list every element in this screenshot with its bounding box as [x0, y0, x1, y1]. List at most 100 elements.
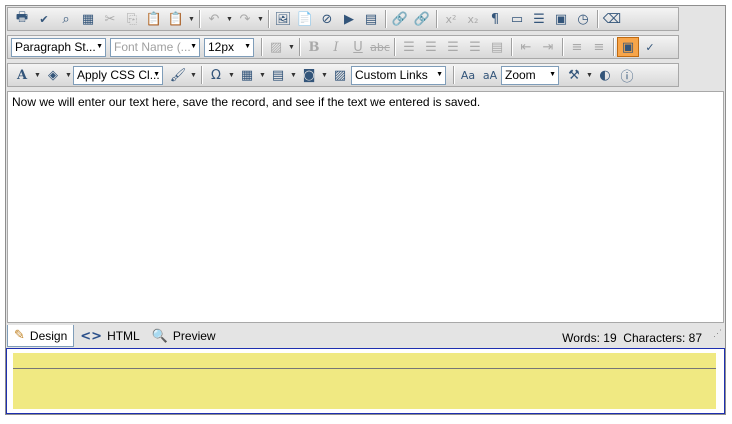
media-manager-icon[interactable]: ▶: [338, 9, 360, 29]
insert-table-icon[interactable]: ▦: [236, 65, 258, 85]
paste-options-dropdown[interactable]: ▼: [187, 9, 196, 29]
insert-snippet-icon[interactable]: ▤: [267, 65, 289, 85]
insert-form-element-icon[interactable]: ◙: [298, 65, 320, 85]
convert-to-lower-icon[interactable]: Aa: [457, 65, 479, 85]
word-character-count: Words: 19 Characters: 87: [562, 331, 702, 345]
chevron-down-icon: ▼: [244, 42, 251, 50]
undo-dropdown[interactable]: ▼: [225, 9, 234, 29]
foreground-color-dropdown[interactable]: ▼: [33, 65, 42, 85]
spellcheck-icon[interactable]: ✔: [33, 9, 55, 29]
flash-manager-icon[interactable]: ⊘: [316, 9, 338, 29]
insert-symbol-icon[interactable]: Ω: [205, 65, 227, 85]
convert-to-upper-icon[interactable]: aA: [479, 65, 501, 85]
background-color-icon[interactable]: ◈: [42, 65, 64, 85]
mode-tab-bar: ✎ Design <> HTML 🔍 Preview Words: 19 Cha…: [7, 324, 724, 348]
track-changes-icon[interactable]: ◐: [594, 65, 616, 85]
align-center-icon[interactable]: ☰: [420, 37, 442, 57]
insert-table-dropdown[interactable]: ▼: [258, 65, 267, 85]
image-manager-icon[interactable]: 🖼: [272, 9, 294, 29]
resize-grip-icon[interactable]: ⋰: [713, 328, 722, 339]
tools-icon[interactable]: ⚒: [563, 65, 585, 85]
toolbar-separator: [453, 66, 454, 84]
insert-form-element-dropdown[interactable]: ▼: [320, 65, 329, 85]
document-manager-icon[interactable]: 📄: [294, 9, 316, 29]
custom-links-select[interactable]: Custom Links ▼: [351, 65, 446, 85]
tab-design[interactable]: ✎ Design: [7, 325, 75, 347]
image-map-dropdown[interactable]: ▼: [287, 37, 296, 57]
editor-content-area[interactable]: Now we will enter our text here, save th…: [7, 91, 724, 323]
image-map-icon[interactable]: ▨: [265, 37, 287, 57]
module-manager-icon[interactable]: ▣: [617, 37, 639, 57]
justify-icon[interactable]: ☰: [464, 37, 486, 57]
background-color-dropdown[interactable]: ▼: [64, 65, 73, 85]
link-icon[interactable]: 🔗: [389, 9, 411, 29]
numbered-list-icon[interactable]: ≡: [566, 37, 588, 57]
indent-icon[interactable]: ⇥: [537, 37, 559, 57]
format-stripper-icon[interactable]: ⌫: [601, 9, 623, 29]
paragraph-style-select[interactable]: Paragraph St... ▼: [11, 37, 106, 57]
insert-symbol-dropdown[interactable]: ▼: [227, 65, 236, 85]
toolbar-separator: [613, 38, 614, 56]
zoom-select[interactable]: Zoom ▼: [501, 65, 559, 85]
divider: [13, 368, 716, 369]
format-brush-dropdown[interactable]: ▼: [189, 65, 198, 85]
paste-icon[interactable]: 📋: [143, 9, 165, 29]
toolbar-separator: [436, 10, 437, 28]
toolbar-separator: [299, 38, 300, 56]
insert-snippet-dropdown[interactable]: ▼: [289, 65, 298, 85]
align-right-icon[interactable]: ☰: [442, 37, 464, 57]
font-name-select[interactable]: Font Name (... ▼: [110, 37, 200, 57]
subscript-icon[interactable]: x₂: [462, 9, 484, 29]
bulleted-list-icon[interactable]: ≡: [588, 37, 610, 57]
tab-html[interactable]: <> HTML: [74, 325, 145, 347]
tab-preview[interactable]: 🔍 Preview: [146, 325, 222, 347]
highlight-area: [13, 353, 716, 409]
align-left-icon[interactable]: ☰: [398, 37, 420, 57]
chevron-down-icon: ▼: [549, 70, 556, 78]
redo-icon[interactable]: ↷: [234, 9, 256, 29]
toolbar-row-3: A ▼ ◈ ▼ Apply CSS Cl... ▼ 🖌 ▼ Ω ▼ ▦ ▼ ▤ …: [7, 63, 679, 87]
format-brush-icon[interactable]: 🖌: [167, 65, 189, 85]
editor-text: Now we will enter our text here, save th…: [12, 95, 481, 109]
paste-options-icon[interactable]: 📋: [165, 9, 187, 29]
editor-frame: 🖶 ✔ ⌕ ▦ ✂ ⎘ 📋 📋 ▼ ↶ ▼ ↷ ▼ 🖼 📄 ⊘ ▶ ▤ 🔗 🔗 …: [5, 5, 726, 415]
toolbar-separator: [268, 10, 269, 28]
custom-links-value: Custom Links: [355, 68, 428, 82]
undo-icon[interactable]: ↶: [203, 9, 225, 29]
bold-icon[interactable]: B: [303, 37, 325, 57]
cut-icon[interactable]: ✂: [99, 9, 121, 29]
italic-icon[interactable]: I: [325, 37, 347, 57]
font-size-select[interactable]: 12px ▼: [204, 37, 254, 57]
insert-time-icon[interactable]: ◷: [572, 9, 594, 29]
superscript-icon[interactable]: x²: [440, 9, 462, 29]
unlink-icon[interactable]: 🔗: [411, 9, 433, 29]
horizontal-rule-icon[interactable]: ☰: [528, 9, 550, 29]
pencil-icon: ✎: [14, 328, 25, 343]
bottom-panel: [6, 348, 725, 414]
outdent-icon[interactable]: ⇤: [515, 37, 537, 57]
tools-dropdown[interactable]: ▼: [585, 65, 594, 85]
underline-icon[interactable]: U: [347, 37, 369, 57]
redo-dropdown[interactable]: ▼: [256, 9, 265, 29]
about-icon[interactable]: ⓘ: [616, 65, 638, 85]
find-replace-icon[interactable]: ⌕: [55, 9, 77, 29]
copy-icon[interactable]: ⎘: [121, 9, 143, 29]
toolbar-separator: [199, 10, 200, 28]
toolbar-separator: [597, 10, 598, 28]
image-properties-icon[interactable]: ▨: [329, 65, 351, 85]
css-class-select[interactable]: Apply CSS Cl... ▼: [73, 65, 163, 85]
insert-date-icon[interactable]: ▣: [550, 9, 572, 29]
template-manager-icon[interactable]: ▤: [360, 9, 382, 29]
xhtml-validator-icon[interactable]: ✓: [639, 37, 661, 57]
new-paragraph-icon[interactable]: ▭: [506, 9, 528, 29]
strikethrough-icon[interactable]: abc: [369, 37, 391, 57]
remove-alignment-icon[interactable]: ▤: [486, 37, 508, 57]
paragraph-icon[interactable]: ¶: [484, 9, 506, 29]
toolbar-separator: [261, 38, 262, 56]
zoom-value: Zoom: [505, 68, 536, 82]
tab-preview-label: Preview: [172, 329, 216, 343]
foreground-color-icon[interactable]: A: [11, 65, 33, 85]
magnifier-icon: 🔍: [151, 328, 168, 344]
print-icon[interactable]: 🖶: [11, 9, 33, 29]
select-all-icon[interactable]: ▦: [77, 9, 99, 29]
